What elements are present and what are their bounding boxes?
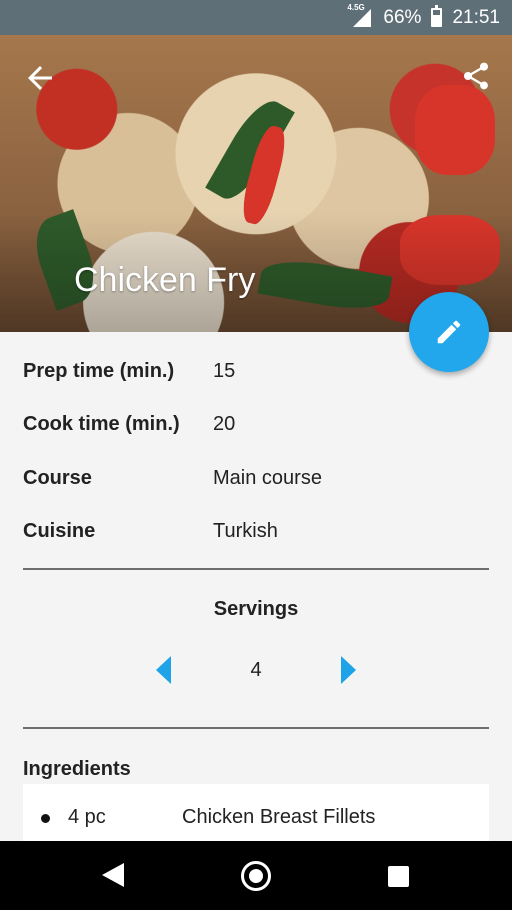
- status-indicators: 4.5G 66% 21:51: [347, 0, 500, 35]
- bullet-icon: [41, 814, 50, 823]
- detail-label: Cuisine: [23, 520, 96, 542]
- ingredient-quantity: 4 pc: [68, 806, 106, 828]
- detail-value: 15: [213, 360, 236, 382]
- battery-percent: 66%: [383, 6, 422, 28]
- status-bar: 4.5G 66% 21:51: [0, 0, 512, 35]
- servings-label: Servings: [213, 598, 299, 620]
- signal-bars-icon: [353, 8, 372, 27]
- divider: [23, 727, 489, 729]
- signal-icon: 4.5G: [347, 3, 373, 29]
- recipe-title: Chicken Fry: [74, 261, 256, 299]
- divider: [23, 568, 489, 570]
- detail-value: Turkish: [213, 520, 278, 542]
- detail-value: Main course: [213, 467, 322, 489]
- share-icon: [464, 62, 488, 90]
- ingredient-name: Chicken Breast Fillets: [182, 806, 376, 828]
- clock: 21:51: [452, 6, 500, 28]
- decrease-servings-button[interactable]: [156, 656, 171, 684]
- ingredients-list: 4 pc Chicken Breast Fillets: [23, 784, 489, 844]
- nav-back-icon[interactable]: [102, 863, 124, 887]
- increase-servings-button[interactable]: [341, 656, 356, 684]
- hero-garnish: [415, 85, 495, 175]
- nav-recents-icon[interactable]: [388, 866, 409, 887]
- share-button[interactable]: [460, 60, 492, 92]
- servings-value: 4: [250, 659, 262, 681]
- system-navigation-bar: [0, 841, 512, 910]
- battery-icon: [431, 5, 443, 27]
- battery-fill: [433, 15, 441, 25]
- ingredients-heading: Ingredients: [23, 758, 131, 780]
- ingredient-item: 4 pc Chicken Breast Fillets: [23, 806, 489, 832]
- nav-home-icon[interactable]: [241, 861, 271, 891]
- arrow-left-icon: [28, 66, 52, 90]
- detail-label: Prep time (min.): [23, 360, 175, 382]
- detail-label: Course: [23, 467, 92, 489]
- pencil-icon: [437, 320, 461, 344]
- edit-recipe-button[interactable]: [409, 292, 489, 372]
- back-button[interactable]: [22, 60, 58, 96]
- detail-label: Cook time (min.): [23, 413, 180, 435]
- detail-value: 20: [213, 413, 236, 435]
- recipe-hero-image: Chicken Fry: [0, 35, 512, 332]
